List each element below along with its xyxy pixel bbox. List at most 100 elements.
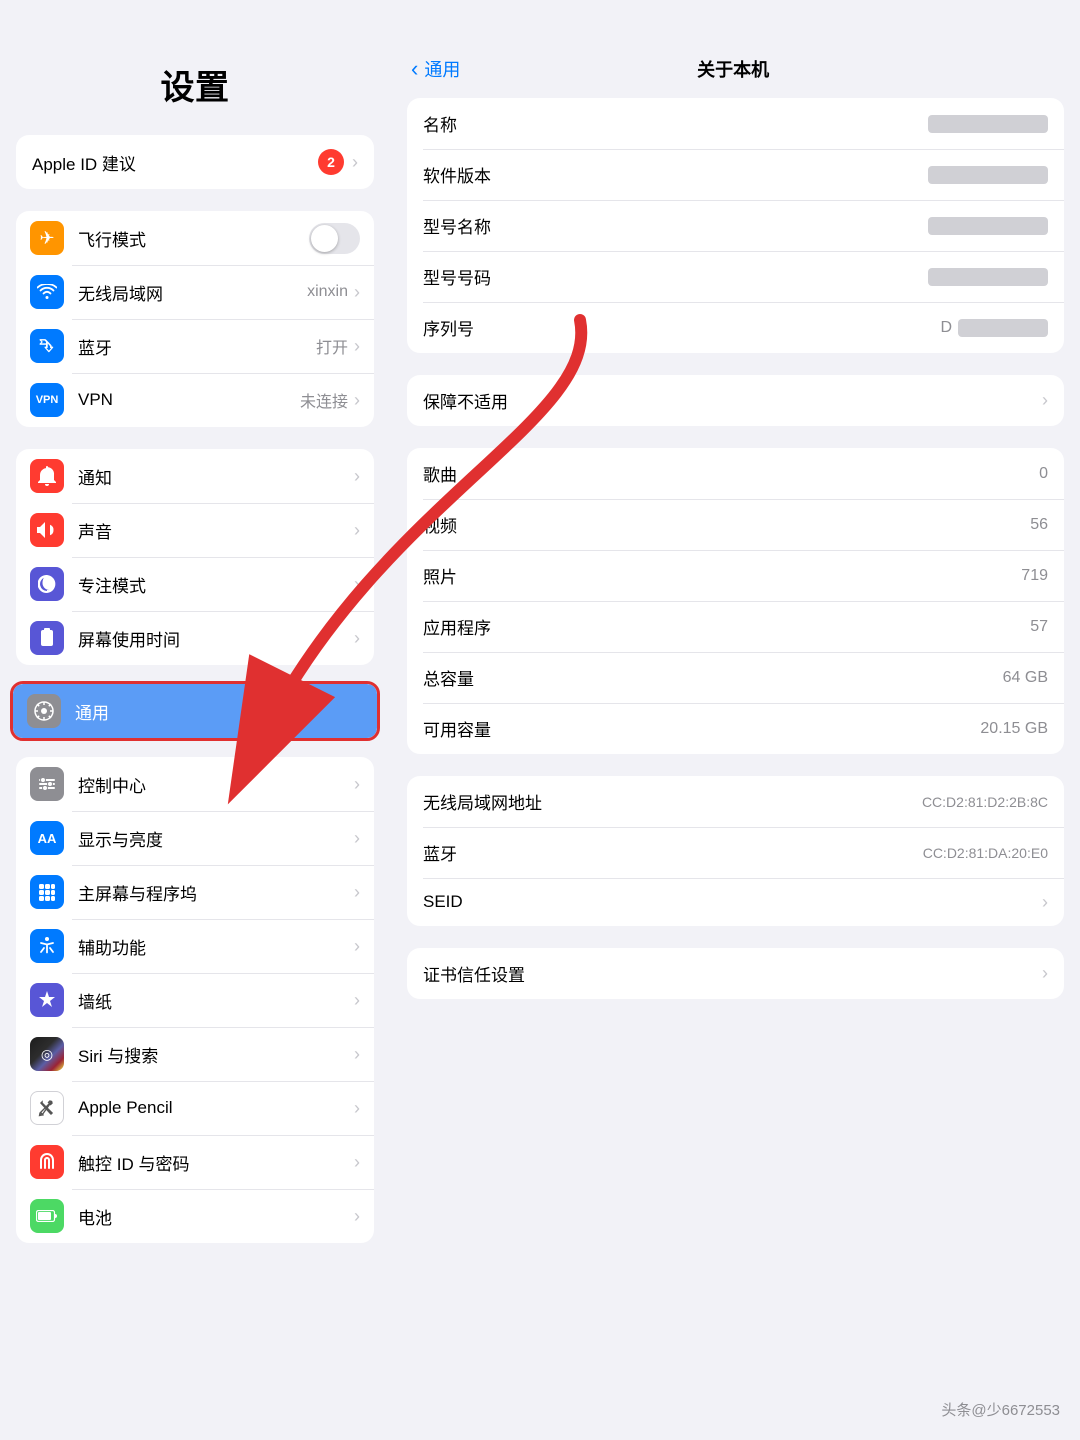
capacity-value: 64 GB [1003,669,1048,687]
airplane-icon: ✈ [30,221,64,255]
videos-value: 56 [1030,516,1048,534]
focus-label: 专注模式 [78,572,354,597]
model-number-label: 型号号码 [423,264,491,289]
wifi-row[interactable]: 无线局域网 xinxin › [16,265,374,319]
screentime-chevron-icon: › [354,628,360,649]
model-name-value [928,217,1048,235]
battery-row[interactable]: 电池 › [16,1189,374,1243]
airplane-toggle[interactable] [309,223,360,254]
focus-row[interactable]: 专注模式 › [16,557,374,611]
vpn-chevron-icon: › [354,390,360,411]
vpn-label: VPN [78,390,300,410]
cert-group: 证书信任设置 › [407,948,1064,999]
siri-icon: ◎ [30,1037,64,1071]
left-panel: 设置 Apple ID 建议 2 › ✈ 飞行模式 [0,0,390,1440]
accessibility-label: 辅助功能 [78,934,354,959]
touchid-label: 触控 ID 与密码 [78,1150,354,1175]
back-chevron-icon: ‹ [411,56,418,82]
apple-id-label: Apple ID 建议 [32,150,136,175]
general-label: 通用 [75,699,363,724]
accessibility-icon [30,929,64,963]
homescreen-chevron-icon: › [354,882,360,903]
available-label: 可用容量 [423,716,491,741]
right-content: 名称 软件版本 型号名称 型号号码 序列号 D [391,98,1080,1440]
general-row[interactable]: 通用 [13,684,377,738]
network-group: 无线局域网地址 CC:D2:81:D2:2B:8C 蓝牙 CC:D2:81:DA… [407,776,1064,926]
touchid-row[interactable]: 触控 ID 与密码 › [16,1135,374,1189]
model-name-row: 型号名称 [407,200,1064,251]
bluetooth-chevron-icon: › [354,336,360,357]
model-name-label: 型号名称 [423,213,491,238]
display-chevron-icon: › [354,828,360,849]
general-selected-border: 通用 [10,681,380,741]
photos-row: 照片 719 [407,550,1064,601]
software-row: 软件版本 [407,149,1064,200]
bluetooth-row[interactable]: ⮷ 蓝牙 打开 › [16,319,374,373]
accessibility-chevron-icon: › [354,936,360,957]
sound-chevron-icon: › [354,520,360,541]
vpn-row[interactable]: VPN VPN 未连接 › [16,373,374,427]
bt-addr-value: CC:D2:81:DA:20:E0 [923,845,1048,861]
seid-row[interactable]: SEID › [407,878,1064,926]
general-icon [27,694,61,728]
name-value [928,115,1048,133]
wifi-addr-row: 无线局域网地址 CC:D2:81:D2:2B:8C [407,776,1064,827]
wallpaper-chevron-icon: › [354,990,360,1011]
model-number-row: 型号号码 [407,251,1064,302]
warranty-chevron-icon: › [1042,390,1048,411]
wallpaper-label: 墙纸 [78,988,354,1013]
wifi-icon [30,275,64,309]
control-row[interactable]: 控制中心 › [16,757,374,811]
wallpaper-row[interactable]: 墙纸 › [16,973,374,1027]
connectivity-group: ✈ 飞行模式 无线局域网 xinxin › ⮷ [16,211,374,427]
battery-icon [30,1199,64,1233]
apple-id-section[interactable]: Apple ID 建议 2 › [16,135,374,189]
siri-chevron-icon: › [354,1044,360,1065]
accessibility-row[interactable]: 辅助功能 › [16,919,374,973]
siri-row[interactable]: ◎ Siri 与搜索 › [16,1027,374,1081]
name-row: 名称 [407,98,1064,149]
airplane-row[interactable]: ✈ 飞行模式 [16,211,374,265]
cert-row[interactable]: 证书信任设置 › [407,948,1064,999]
available-value: 20.15 GB [980,720,1048,738]
software-value [928,166,1048,184]
homescreen-icon [30,875,64,909]
back-label: 通用 [424,56,460,82]
control-label: 控制中心 [78,772,354,797]
videos-label: 视频 [423,512,457,537]
touchid-chevron-icon: › [354,1152,360,1173]
bt-addr-label: 蓝牙 [423,840,457,865]
model-number-value [928,268,1048,286]
focus-chevron-icon: › [354,574,360,595]
warranty-row[interactable]: 保障不适用 › [407,375,1064,426]
warranty-group: 保障不适用 › [407,375,1064,426]
notify-row[interactable]: 通知 › [16,449,374,503]
notify-chevron-icon: › [354,466,360,487]
notifications-group: 通知 › 声音 › 专注模式 › [16,449,374,665]
sound-label: 声音 [78,518,354,543]
back-button[interactable]: 通用 [424,56,460,82]
battery-label: 电池 [78,1204,354,1229]
siri-label: Siri 与搜索 [78,1042,354,1067]
photos-label: 照片 [423,563,457,588]
pencil-chevron-icon: › [354,1098,360,1119]
homescreen-row[interactable]: 主屏幕与程序坞 › [16,865,374,919]
page-title: 关于本机 [466,56,1000,82]
control-icon [30,767,64,801]
display-label: 显示与亮度 [78,826,354,851]
songs-row: 歌曲 0 [407,448,1064,499]
available-row: 可用容量 20.15 GB [407,703,1064,754]
stats-group: 歌曲 0 视频 56 照片 719 应用程序 57 总容量 64 GB 可用容量… [407,448,1064,754]
display-row[interactable]: AA 显示与亮度 › [16,811,374,865]
pencil-row[interactable]: Apple Pencil › [16,1081,374,1135]
apple-id-chevron-icon: › [352,152,358,173]
apps-row: 应用程序 57 [407,601,1064,652]
screentime-row[interactable]: 屏幕使用时间 › [16,611,374,665]
name-label: 名称 [423,111,457,136]
videos-row: 视频 56 [407,499,1064,550]
pencil-label: Apple Pencil [78,1098,354,1118]
sound-row[interactable]: 声音 › [16,503,374,557]
control-chevron-icon: › [354,774,360,795]
watermark: 头条@少6672553 [941,1399,1060,1420]
notify-label: 通知 [78,464,354,489]
